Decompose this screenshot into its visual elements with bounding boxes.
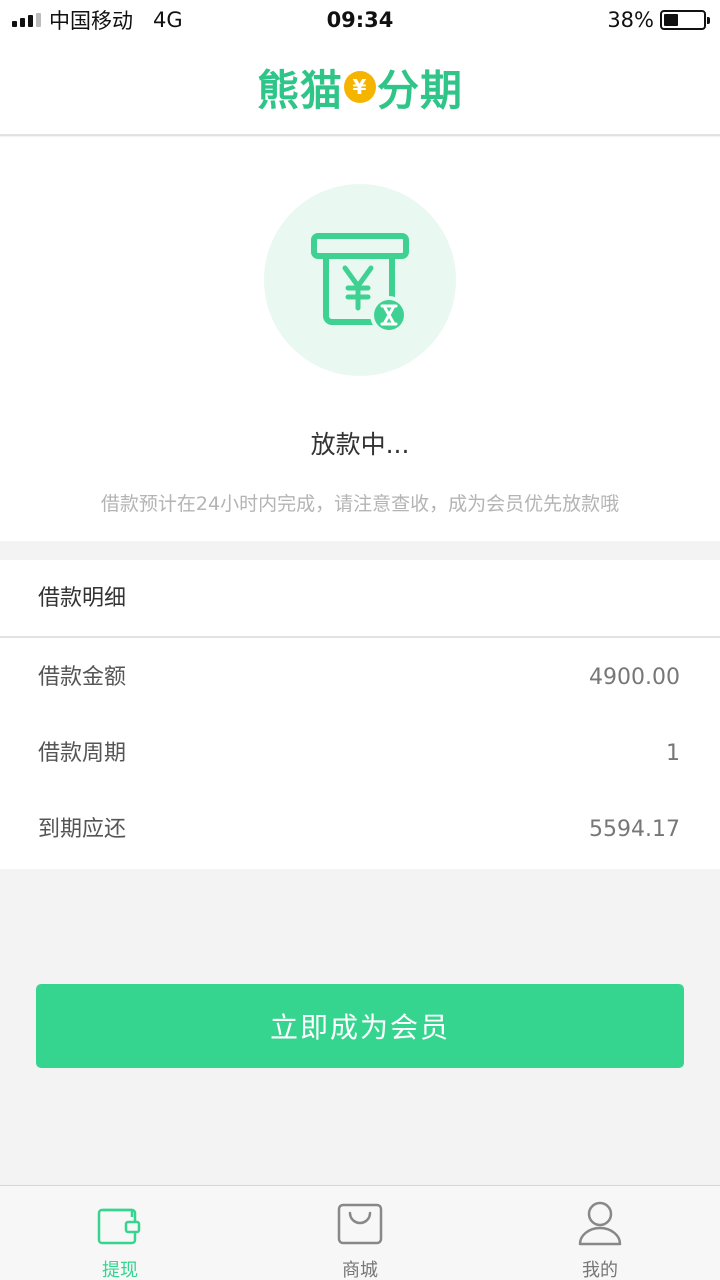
- carrier-name: 中国移动: [49, 9, 133, 33]
- loan-status-card: 放款中... 借款预计在24小时内完成，请注意查收，成为会员优先放款哦: [0, 137, 720, 541]
- become-member-button[interactable]: 立即成为会员: [36, 984, 684, 1068]
- detail-label: 到期应还: [38, 817, 127, 842]
- detail-label: 借款周期: [38, 741, 127, 766]
- detail-row-amount: 借款金额 4900.00: [0, 640, 720, 716]
- tab-label: 我的: [582, 1260, 618, 1280]
- status-bar-right: 38%: [607, 0, 710, 40]
- detail-row-period: 借款周期 1: [0, 716, 720, 792]
- status-bar: 中国移动 4G 09:34 38%: [0, 0, 720, 40]
- network-type: 4G: [153, 8, 183, 32]
- detail-label: 借款金额: [38, 665, 127, 690]
- detail-value: 1: [666, 741, 680, 766]
- logo-text-1: 熊: [256, 65, 300, 115]
- status-title: 放款中...: [310, 430, 410, 459]
- battery-percent: 38%: [607, 8, 654, 32]
- tab-label: 商城: [342, 1260, 378, 1280]
- shopping-bag-icon: [337, 1203, 383, 1245]
- detail-value: 4900.00: [589, 665, 680, 690]
- battery-icon: [660, 10, 710, 30]
- tab-label: 提现: [102, 1260, 138, 1280]
- app-header: 熊 猫 ¥ 分期: [0, 40, 720, 136]
- logo-coin-icon: ¥: [344, 71, 376, 103]
- details-title: 借款明细: [38, 586, 127, 611]
- atm-cash-pending-icon: [264, 184, 456, 376]
- logo-text-3: 分期: [377, 65, 464, 115]
- detail-row-due: 到期应还 5594.17: [0, 792, 720, 868]
- details-header: 借款明细: [0, 560, 720, 638]
- loan-details-card: 借款明细 借款金额 4900.00 借款周期 1 到期应还 5594.17: [0, 560, 720, 869]
- detail-value: 5594.17: [589, 817, 680, 842]
- battery-fill: [664, 14, 679, 26]
- wallet-icon: [97, 1208, 141, 1245]
- user-icon: [578, 1201, 622, 1246]
- tab-mine[interactable]: 我的: [480, 1186, 720, 1280]
- status-description: 借款预计在24小时内完成，请注意查收，成为会员优先放款哦: [100, 493, 620, 515]
- tab-withdraw[interactable]: 提现: [0, 1186, 240, 1280]
- status-bar-left: 中国移动 4G: [12, 0, 183, 40]
- signal-icon: [12, 13, 41, 27]
- tab-mall[interactable]: 商城: [240, 1186, 480, 1280]
- app-logo: 熊 猫 ¥ 分期: [257, 57, 463, 118]
- logo-text-2: 猫: [299, 65, 343, 115]
- bottom-tab-bar: 提现 商城 我的: [0, 1185, 720, 1280]
